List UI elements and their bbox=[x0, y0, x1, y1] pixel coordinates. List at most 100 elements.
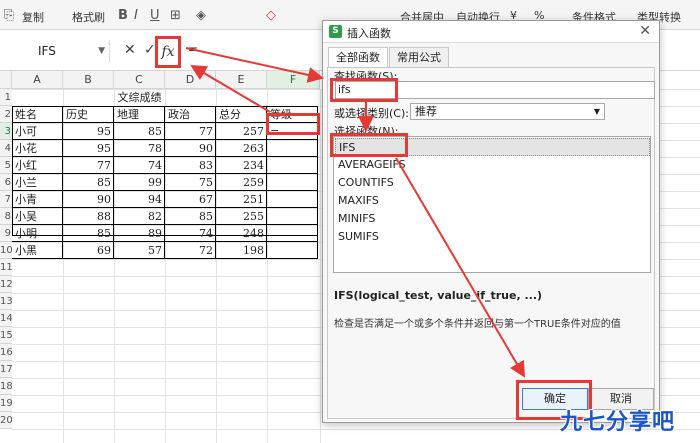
copy-button[interactable]: 复制 bbox=[22, 9, 44, 25]
cell-border bbox=[267, 174, 318, 191]
select-all-corner[interactable] bbox=[0, 71, 12, 89]
cell-border bbox=[63, 174, 114, 191]
close-icon[interactable]: ✕ bbox=[639, 23, 651, 39]
bold-icon[interactable]: B bbox=[118, 8, 128, 23]
underline-icon[interactable]: U bbox=[150, 8, 160, 23]
border-icon[interactable]: ⊞ bbox=[170, 8, 181, 23]
chevron-down-icon[interactable]: ▼ bbox=[98, 40, 105, 62]
cell-border bbox=[63, 123, 114, 140]
cell-border bbox=[267, 157, 318, 174]
row-header[interactable]: 18 bbox=[0, 378, 13, 395]
row-header[interactable]: 3 bbox=[0, 123, 12, 140]
function-item-countifs[interactable]: COUNTIFS bbox=[335, 174, 650, 192]
category-select[interactable]: 推荐 ▼ bbox=[410, 103, 605, 120]
confirm-icon[interactable]: ✓ bbox=[144, 42, 156, 58]
row-header[interactable]: 20 bbox=[0, 412, 13, 429]
row-header[interactable]: 15 bbox=[0, 327, 13, 344]
italic-icon[interactable]: I bbox=[134, 8, 138, 23]
cell-border bbox=[165, 242, 216, 259]
column-header-f[interactable]: F bbox=[267, 71, 320, 89]
cell-border bbox=[12, 157, 63, 174]
cell-border bbox=[165, 208, 216, 225]
cell-border bbox=[267, 208, 318, 225]
row-header[interactable]: 17 bbox=[0, 361, 13, 378]
search-input[interactable]: ifs bbox=[335, 81, 655, 99]
row-header[interactable]: 2 bbox=[0, 106, 12, 123]
row-header[interactable]: 5 bbox=[0, 157, 12, 174]
tab-all-functions[interactable]: 全部函数 bbox=[328, 47, 388, 68]
sheet-title-cell[interactable]: 文综成绩 bbox=[12, 89, 267, 106]
row-header[interactable]: 16 bbox=[0, 344, 13, 361]
row-header[interactable]: 9 bbox=[0, 225, 12, 242]
cell-border bbox=[12, 242, 63, 259]
cell-border bbox=[216, 208, 267, 225]
row-header[interactable]: 19 bbox=[0, 395, 13, 412]
dialog-title: 插入函数 bbox=[347, 27, 391, 40]
function-item-minifs[interactable]: MINIFS bbox=[335, 210, 650, 228]
function-item-sumifs[interactable]: SUMIFS bbox=[335, 228, 650, 246]
row-header[interactable]: 6 bbox=[0, 174, 12, 191]
column-header-e[interactable]: E bbox=[216, 71, 267, 89]
function-list[interactable]: IFS AVERAGEIFS COUNTIFS MAXIFS MINIFS SU… bbox=[333, 136, 651, 273]
column-header-d[interactable]: D bbox=[165, 71, 216, 89]
cancel-icon[interactable]: ✕ bbox=[124, 42, 136, 58]
cell-border bbox=[63, 242, 114, 259]
row-header[interactable]: 11 bbox=[0, 259, 13, 276]
row-header[interactable]: 12 bbox=[0, 276, 13, 293]
cell-border bbox=[216, 123, 267, 140]
cell-border bbox=[12, 106, 63, 123]
cell-border bbox=[165, 174, 216, 191]
cell-border bbox=[12, 174, 63, 191]
category-label: 或选择类别(C): bbox=[334, 107, 409, 120]
format-painter-button[interactable]: 格式刷 bbox=[72, 9, 105, 25]
cell-border bbox=[165, 123, 216, 140]
copy-icon[interactable]: ⎘ bbox=[4, 8, 14, 23]
cell-border bbox=[12, 225, 63, 242]
cell-border bbox=[63, 208, 114, 225]
cell-border bbox=[216, 191, 267, 208]
column-header-c[interactable]: C bbox=[114, 71, 165, 89]
cell-border bbox=[114, 174, 165, 191]
function-signature: IFS(logical_test, value_if_true, ...) bbox=[334, 289, 543, 302]
cell-border bbox=[12, 140, 63, 157]
cell-border bbox=[216, 225, 267, 242]
cell-border bbox=[114, 140, 165, 157]
formula-input[interactable]: = bbox=[188, 42, 198, 56]
cell-border bbox=[12, 123, 63, 140]
name-box[interactable]: IFS ▼ bbox=[0, 40, 110, 62]
fx-icon: fx bbox=[161, 44, 175, 60]
fill-color-icon[interactable]: ◈ bbox=[196, 8, 206, 23]
font-color-icon[interactable]: ◇ bbox=[266, 8, 276, 23]
chevron-down-icon: ▼ bbox=[593, 107, 600, 116]
row-header[interactable]: 10 bbox=[0, 242, 13, 259]
cell-border bbox=[63, 225, 114, 242]
row-header[interactable]: 4 bbox=[0, 140, 12, 157]
row-header[interactable]: 14 bbox=[0, 310, 13, 327]
row-header[interactable]: 1 bbox=[0, 89, 12, 106]
active-cell-highlight[interactable] bbox=[266, 113, 320, 135]
cell-border bbox=[63, 140, 114, 157]
cell-border bbox=[267, 242, 318, 259]
column-header-a[interactable]: A bbox=[12, 71, 63, 89]
insert-function-button[interactable]: fx bbox=[155, 36, 181, 68]
cell-border bbox=[216, 106, 267, 123]
tab-common-formulas[interactable]: 常用公式 bbox=[389, 47, 449, 67]
row-header[interactable]: 8 bbox=[0, 208, 12, 225]
function-item-maxifs[interactable]: MAXIFS bbox=[335, 192, 650, 210]
cell-border bbox=[114, 242, 165, 259]
row-header[interactable]: 7 bbox=[0, 191, 12, 208]
cell-border bbox=[267, 225, 318, 242]
cell-border bbox=[267, 140, 318, 157]
cell-border bbox=[165, 106, 216, 123]
function-item-averageifs[interactable]: AVERAGEIFS bbox=[335, 156, 650, 174]
row-header[interactable]: 13 bbox=[0, 293, 13, 310]
wps-logo-icon: S bbox=[329, 25, 342, 38]
cell-border bbox=[165, 191, 216, 208]
function-item-ifs[interactable]: IFS bbox=[335, 138, 650, 156]
cell-border bbox=[114, 157, 165, 174]
cell-border bbox=[114, 123, 165, 140]
dialog-titlebar: S 插入函数 ✕ bbox=[323, 21, 659, 43]
column-header-b[interactable]: B bbox=[63, 71, 114, 89]
cell-border bbox=[114, 191, 165, 208]
watermark-logo: 九七分享吧 bbox=[560, 410, 676, 435]
